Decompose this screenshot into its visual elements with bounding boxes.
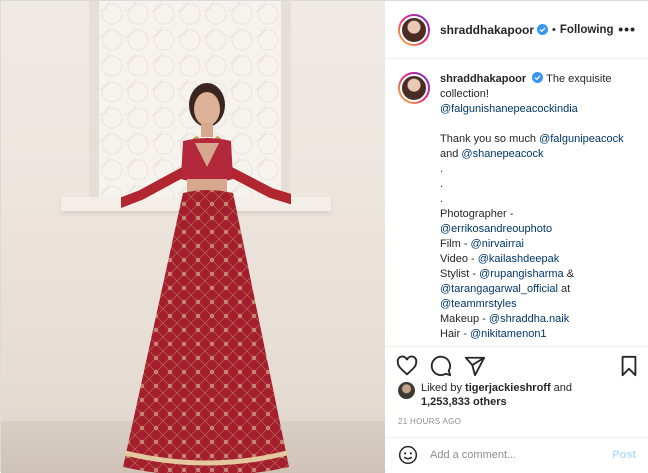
caption-avatar[interactable] xyxy=(398,72,430,104)
caption-mention[interactable]: @rupangisharma xyxy=(479,268,564,280)
caption-mention[interactable]: @nirvairrai xyxy=(471,238,524,250)
likes-text: Liked by tigerjackieshroff and 1,253,833… xyxy=(421,381,572,409)
caption-line: Hair - @nikitamenon1 xyxy=(440,328,547,340)
caption-line: Thank you so much @falgunipeacock xyxy=(440,133,624,145)
caption-line: Video - @kailashdeepak xyxy=(440,253,560,265)
caption-line: and @shanepeacock xyxy=(440,148,544,160)
likes-middle: and xyxy=(550,382,573,394)
post-photo[interactable] xyxy=(1,1,385,473)
comment-icon[interactable] xyxy=(430,355,452,377)
caption-mention[interactable]: @tarangagarwal_official xyxy=(440,283,558,295)
author-username[interactable]: shraddhakapoor xyxy=(440,23,534,37)
verified-badge-icon xyxy=(532,72,544,83)
caption-line: Film - @nirvairrai xyxy=(440,238,524,250)
caption-line: Photographer - xyxy=(440,208,514,220)
caption-mention[interactable]: @errikosandreouphoto xyxy=(440,222,636,237)
caption-mention[interactable]: @falgunipeacock xyxy=(539,133,624,145)
likes-count[interactable]: 1,253,833 others xyxy=(421,396,507,408)
caption-line: Stylist - @rupangisharma & xyxy=(440,268,575,280)
post-side-panel: shraddhakapoor • Following ••• shraddhak… xyxy=(386,1,648,472)
likes-summary: Liked by tigerjackieshroff and 1,253,833… xyxy=(398,381,572,409)
comment-input[interactable]: Add a comment... xyxy=(430,449,612,461)
following-button[interactable]: Following xyxy=(560,24,614,36)
share-icon[interactable] xyxy=(464,355,486,377)
caption-line: . xyxy=(440,178,444,190)
caption-line: . xyxy=(440,193,444,205)
caption-text: shraddhakapoor The exquisite collection!… xyxy=(440,72,636,342)
caption-line: . xyxy=(440,163,444,175)
caption-mention[interactable]: @teammrstyles xyxy=(440,297,636,312)
action-bar xyxy=(386,347,648,381)
caption-scroll[interactable]: shraddhakapoor The exquisite collection!… xyxy=(386,60,648,347)
emoji-icon[interactable] xyxy=(398,445,418,465)
caption-line: collection! xyxy=(440,88,489,100)
post-timestamp[interactable]: 21 HOURS AGO xyxy=(398,417,461,426)
liker-avatar[interactable] xyxy=(398,382,415,399)
caption-line xyxy=(440,117,636,132)
caption-mention[interactable]: @shanepeacock xyxy=(461,148,543,160)
author-avatar[interactable] xyxy=(398,13,430,46)
header-separator: • xyxy=(552,23,556,36)
verified-badge-icon xyxy=(537,24,549,35)
liker-username[interactable]: tigerjackieshroff xyxy=(465,382,551,394)
caption-row: shraddhakapoor The exquisite collection!… xyxy=(398,72,636,342)
comment-bar: Add a comment... Post xyxy=(386,437,648,472)
caption-mention[interactable]: @nikitamenon1 xyxy=(470,328,547,340)
model-figure xyxy=(121,83,291,473)
post-header: shraddhakapoor • Following ••• xyxy=(386,1,648,59)
heart-icon[interactable] xyxy=(396,355,418,377)
more-options-icon[interactable]: ••• xyxy=(618,21,636,37)
post-comment-button[interactable]: Post xyxy=(612,449,636,461)
caption-line: The exquisite xyxy=(546,73,612,85)
instagram-post-modal: shraddhakapoor • Following ••• shraddhak… xyxy=(0,0,648,473)
caption-line: Makeup - @shraddha.naik xyxy=(440,313,570,325)
caption-mention[interactable]: @falgunishanepeacockindia xyxy=(440,102,636,117)
likes-prefix: Liked by xyxy=(421,382,466,394)
caption-line: @tarangagarwal_official at xyxy=(440,283,571,295)
caption-mention[interactable]: @kailashdeepak xyxy=(478,253,560,265)
bookmark-icon[interactable] xyxy=(618,355,640,377)
caption-username[interactable]: shraddhakapoor xyxy=(440,73,526,85)
caption-mention[interactable]: @shraddha.naik xyxy=(489,313,569,325)
